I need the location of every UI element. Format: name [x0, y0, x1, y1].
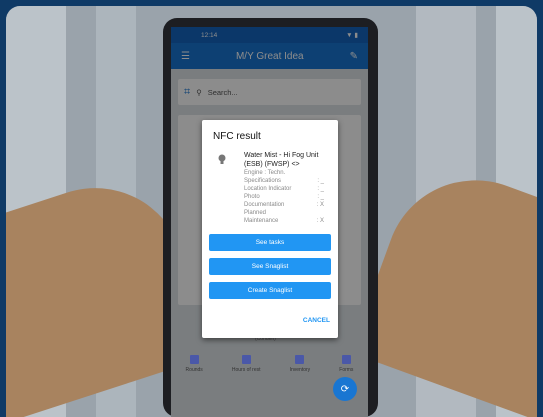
nav-inventory[interactable]: Inventory [290, 355, 310, 385]
cancel-button[interactable]: CANCEL [303, 317, 330, 324]
lightbulb-icon [218, 154, 226, 164]
item-details: Engine : Techn. Specifications: _ Locati… [244, 170, 324, 224]
nav-hours-of-rest[interactable]: Hours of rest [232, 355, 261, 385]
dialog-title: NFC result [213, 131, 261, 142]
nav-rounds[interactable]: Rounds [186, 355, 203, 385]
rounds-icon [189, 355, 199, 364]
sync-icon: ⟳ [340, 383, 350, 395]
item-title: Water Mist - Hi Fog Unit (ESB) (FWSP) <> [244, 152, 319, 168]
sync-fab[interactable]: ⟳ [333, 377, 357, 401]
nfc-result-dialog: NFC result Water Mist - Hi Fog Unit (ESB… [202, 120, 338, 338]
checklist-icon [341, 355, 351, 364]
create-snaglist-button[interactable]: Create Snaglist [209, 282, 331, 299]
briefcase-icon [241, 355, 251, 364]
see-snaglist-button[interactable]: See Snaglist [209, 258, 331, 275]
list-icon [295, 355, 305, 364]
see-tasks-button[interactable]: See tasks [209, 234, 331, 251]
